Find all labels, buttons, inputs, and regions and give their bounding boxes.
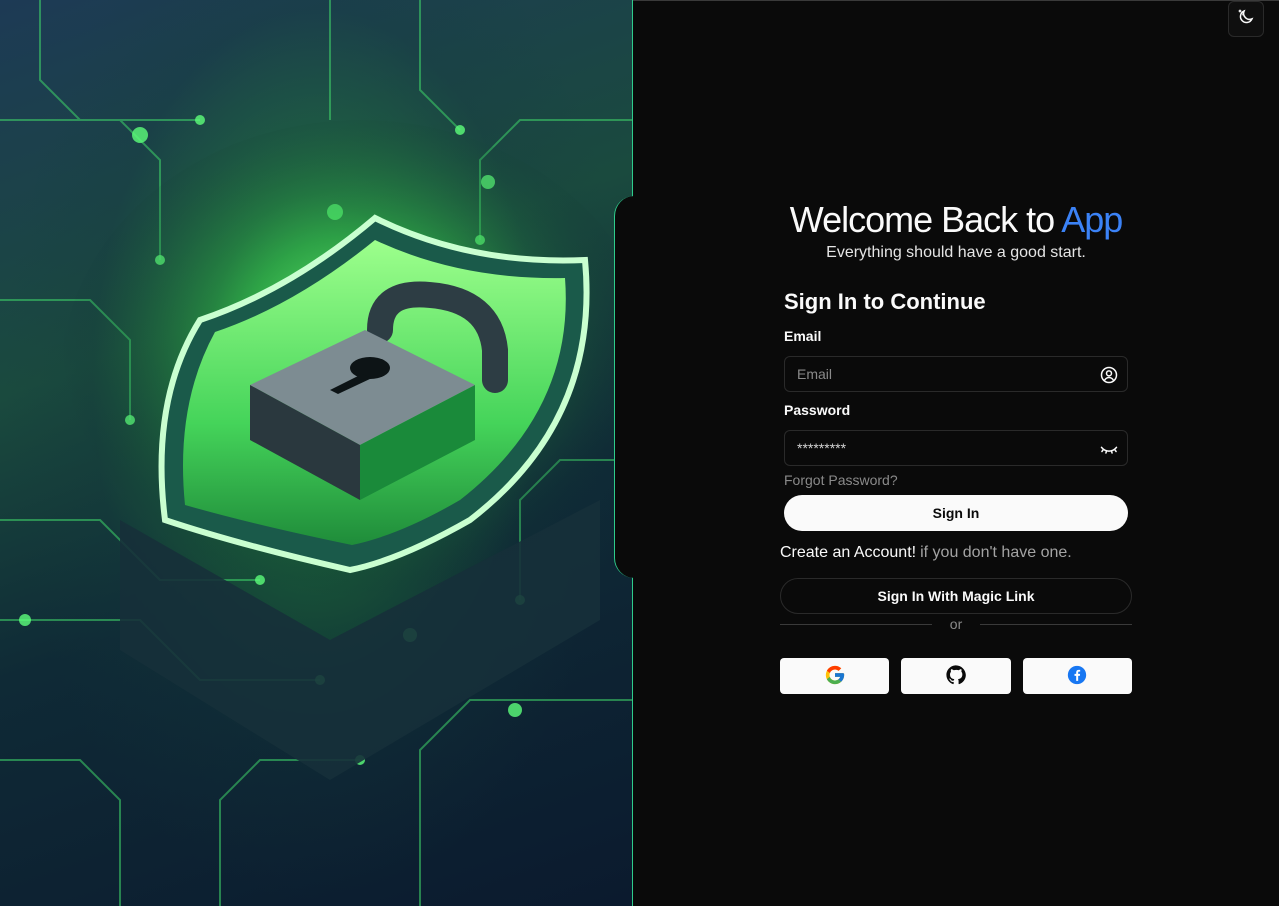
welcome-title-accent: App xyxy=(1061,199,1123,240)
form-heading: Sign In to Continue xyxy=(784,289,986,314)
or-divider: or xyxy=(780,614,1133,634)
welcome-title-prefix: Welcome Back to xyxy=(789,199,1055,240)
theme-toggle-button[interactable] xyxy=(1228,1,1264,37)
moon-stars-icon xyxy=(1237,8,1255,31)
github-icon xyxy=(946,664,966,688)
eye-closed-icon[interactable] xyxy=(1099,439,1119,459)
google-icon xyxy=(824,664,846,689)
password-field-wrapper xyxy=(784,430,1128,466)
hero-illustration xyxy=(0,0,633,906)
social-login-buttons xyxy=(780,658,1132,694)
create-account-hint: if you don't have one. xyxy=(920,544,1072,561)
email-input[interactable] xyxy=(797,366,1087,382)
divider-text: or xyxy=(949,616,963,632)
sign-in-form: Sign In to Continue Email Password Forgo… xyxy=(784,284,1128,531)
create-account-link[interactable]: Create an Account! xyxy=(780,544,916,561)
magic-link-button[interactable]: Sign In With Magic Link xyxy=(780,578,1132,614)
sign-in-button[interactable]: Sign In xyxy=(784,495,1128,531)
password-input[interactable] xyxy=(797,440,1087,456)
create-account-row: Create an Account! if you don't have one. xyxy=(780,543,1072,563)
divider-line-left xyxy=(780,623,932,625)
welcome-title: Welcome Back to App xyxy=(633,198,1279,242)
email-field-wrapper xyxy=(784,356,1128,392)
email-label: Email xyxy=(784,328,822,344)
user-circle-icon xyxy=(1099,365,1119,385)
welcome-header: Welcome Back to App Everything should ha… xyxy=(633,198,1279,264)
facebook-sign-in-button[interactable] xyxy=(1022,658,1132,694)
facebook-icon xyxy=(1067,665,1087,688)
divider-line-right xyxy=(980,623,1133,625)
forgot-password-link[interactable]: Forgot Password? xyxy=(784,472,898,488)
github-sign-in-button[interactable] xyxy=(901,658,1011,694)
password-label: Password xyxy=(784,402,851,418)
security-lock-illustration xyxy=(0,0,632,906)
welcome-subtitle: Everything should have a good start. xyxy=(826,244,1086,261)
google-sign-in-button[interactable] xyxy=(780,658,890,694)
